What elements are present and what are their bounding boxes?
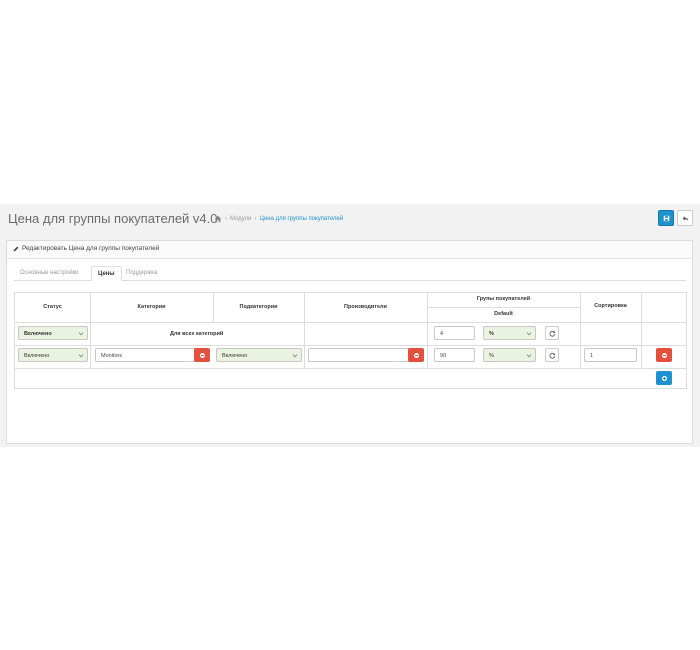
table-divider xyxy=(15,345,686,346)
minus-circle-icon xyxy=(413,352,419,358)
status-select-row1-value: Включено xyxy=(24,353,50,359)
breadcrumb-separator: › xyxy=(254,216,257,222)
chevron-down-icon xyxy=(526,352,532,358)
save-button[interactable] xyxy=(658,210,674,226)
chevron-down-icon xyxy=(526,330,532,336)
breadcrumb-item-modules[interactable]: Модули xyxy=(230,216,252,222)
type-select-row1[interactable]: % xyxy=(483,348,536,362)
remove-manufacturer-button[interactable] xyxy=(408,348,424,362)
type-select-all-value: % xyxy=(489,331,494,337)
refresh-icon xyxy=(548,330,555,337)
pencil-icon xyxy=(13,246,19,251)
panel-title-text: Редактировать Цена для группы покупателе… xyxy=(22,245,160,252)
minus-circle-icon xyxy=(661,352,667,358)
page-background: Цена для группы покупателей v4.0 › Модул… xyxy=(0,204,700,447)
tab-support[interactable]: Поддержка xyxy=(120,266,163,281)
refresh-button-row1[interactable] xyxy=(545,348,559,362)
table-divider xyxy=(427,307,580,308)
subcategory-select-row1-value: Включено xyxy=(222,353,248,359)
save-icon xyxy=(663,215,669,221)
table-divider xyxy=(15,368,686,369)
minus-circle-icon xyxy=(199,352,205,358)
group-value-input-row1[interactable]: 90 xyxy=(434,348,475,362)
col-header-customer-groups: Групы покупателей xyxy=(476,296,531,302)
page-title: Цена для группы покупателей v4.0 xyxy=(8,211,218,226)
home-icon[interactable] xyxy=(214,215,222,223)
chevron-down-icon xyxy=(78,352,84,358)
status-select-row1[interactable]: Включено xyxy=(18,348,88,362)
panel-title: Редактировать Цена для группы покупателе… xyxy=(13,245,159,252)
breadcrumb: › Модули › Цена для группы покупателей xyxy=(214,215,343,223)
refresh-button-all[interactable] xyxy=(545,326,559,340)
manufacturer-input-row1[interactable] xyxy=(308,348,410,362)
remove-row-button[interactable] xyxy=(656,348,672,362)
table-divider xyxy=(641,293,642,368)
subcategory-select-row1[interactable]: Включено xyxy=(216,348,302,362)
breadcrumb-item-current[interactable]: Цена для группы покупателей xyxy=(260,216,344,222)
add-row-button[interactable] xyxy=(656,371,672,385)
breadcrumb-separator: › xyxy=(225,216,227,222)
category-input-row1[interactable]: Monitors xyxy=(95,348,196,362)
type-select-all[interactable]: % xyxy=(483,326,536,340)
sort-order-input-row1[interactable]: 1 xyxy=(584,348,637,362)
chevron-down-icon xyxy=(292,352,298,358)
tab-prices[interactable]: Цены xyxy=(91,266,122,281)
col-header-subcategories: Подкатегории xyxy=(239,304,278,310)
back-button[interactable] xyxy=(677,210,693,226)
col-header-sort: Сортировка xyxy=(594,303,627,309)
edit-panel: Редактировать Цена для группы покупателе… xyxy=(6,240,693,444)
remove-category-button[interactable] xyxy=(194,348,210,362)
col-header-group-default: Default xyxy=(494,311,513,317)
group-value-input-all[interactable]: 4 xyxy=(434,326,475,340)
status-select-all-value: Включено xyxy=(24,331,52,337)
col-header-manufacturers: Производители xyxy=(344,304,387,310)
plus-circle-icon xyxy=(661,375,667,381)
reply-icon xyxy=(682,215,688,221)
panel-heading: Редактировать Цена для группы покупателе… xyxy=(7,241,692,259)
table-divider xyxy=(427,293,428,368)
type-select-row1-value: % xyxy=(489,353,494,359)
tab-general-settings[interactable]: Основные настройки xyxy=(14,266,85,281)
status-select-all[interactable]: Включено xyxy=(18,326,88,340)
prices-table: Статус Категории Подкатегории Производит… xyxy=(14,292,687,389)
tab-bar: Основные настройки Цены Поддержка xyxy=(14,266,686,281)
col-header-categories: Категории xyxy=(137,304,166,310)
table-divider xyxy=(15,322,686,323)
col-header-status: Статус xyxy=(43,304,62,310)
all-categories-label: Для всех категорий xyxy=(170,331,224,337)
page-header: Цена для группы покупателей v4.0 › Модул… xyxy=(0,204,700,236)
chevron-down-icon xyxy=(78,330,84,336)
refresh-icon xyxy=(548,352,555,359)
